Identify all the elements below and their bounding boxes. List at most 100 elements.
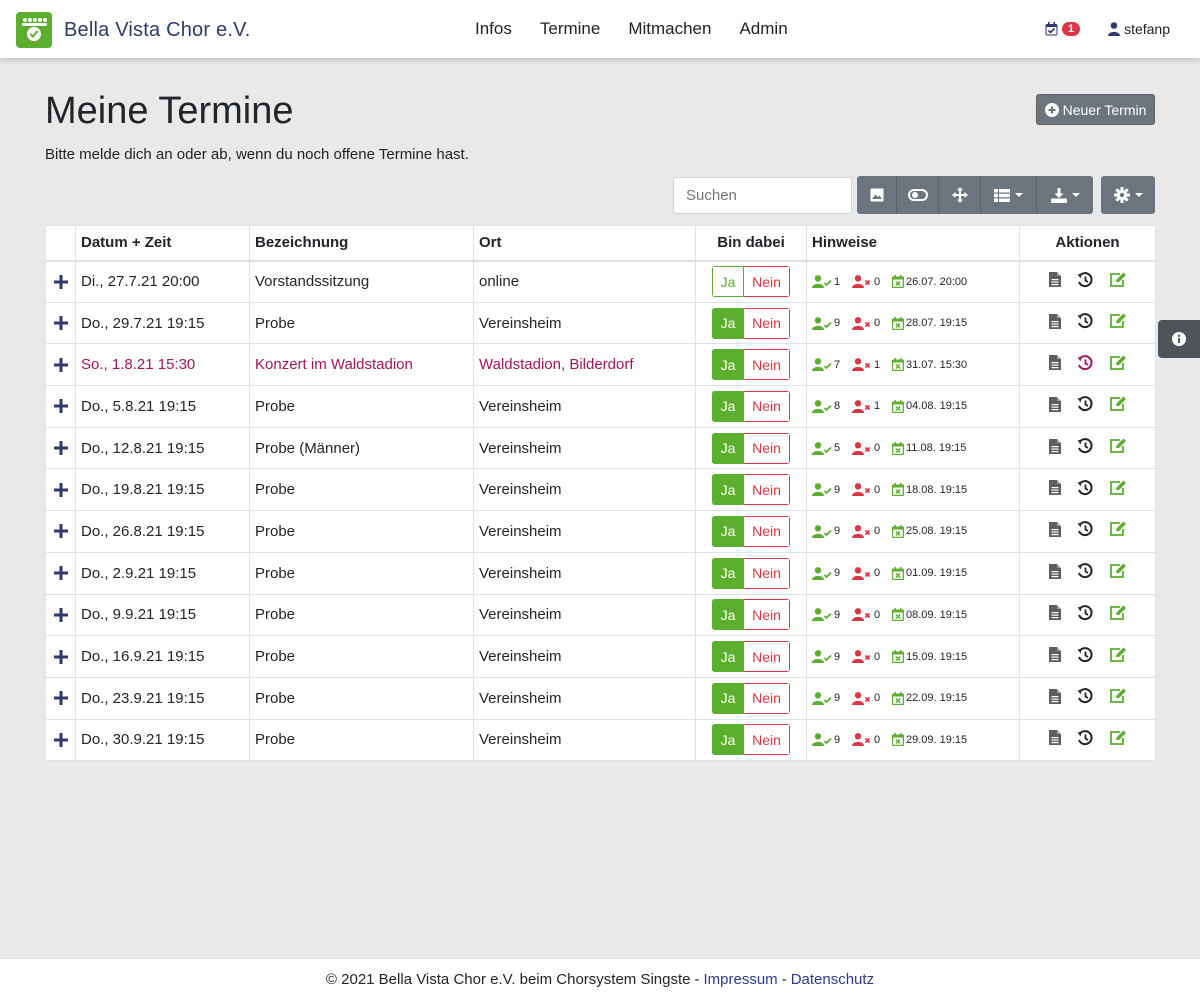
attend-yes-button[interactable]: Ja	[712, 641, 744, 673]
attend-yes-button[interactable]: Ja	[712, 557, 744, 589]
expand-row-button[interactable]	[51, 691, 70, 706]
attend-yes-button[interactable]: Ja	[712, 724, 744, 756]
edit-button[interactable]	[1109, 688, 1127, 708]
nav-item-mitmachen[interactable]: Mitmachen	[628, 19, 711, 39]
attend-yes-button[interactable]: Ja	[712, 266, 744, 298]
expand-row-button[interactable]	[51, 399, 70, 414]
expand-row-button[interactable]	[51, 357, 70, 372]
attend-no-button[interactable]: Nein	[744, 682, 790, 714]
details-button[interactable]	[1048, 688, 1061, 708]
toggle-pagination-button[interactable]	[857, 176, 897, 214]
nav-item-termine[interactable]: Termine	[540, 19, 600, 39]
edit-button[interactable]	[1109, 438, 1127, 458]
history-button[interactable]	[1077, 271, 1093, 292]
history-button[interactable]	[1077, 396, 1093, 416]
attend-no-button[interactable]: Nein	[744, 474, 790, 506]
history-button[interactable]	[1077, 354, 1093, 375]
expand-row-button[interactable]	[51, 732, 70, 747]
details-button[interactable]	[1048, 272, 1061, 291]
expand-row-button[interactable]	[51, 524, 70, 539]
edit-button[interactable]	[1109, 730, 1127, 750]
attend-no-button[interactable]: Nein	[744, 432, 790, 464]
expand-row-button[interactable]	[51, 482, 70, 497]
details-button[interactable]	[1048, 730, 1061, 749]
attend-yes-button[interactable]: Ja	[712, 599, 744, 631]
brand[interactable]: Bella Vista Chor e.V.	[16, 12, 251, 48]
expand-row-button[interactable]	[51, 316, 70, 331]
details-button[interactable]	[1048, 396, 1061, 416]
header-location[interactable]: Ort	[473, 225, 696, 262]
edit-button[interactable]	[1109, 563, 1127, 583]
header-hints[interactable]: Hinweise	[806, 225, 1020, 262]
attend-no-button[interactable]: Nein	[744, 599, 790, 631]
user-menu[interactable]: stefanp	[1108, 21, 1170, 37]
history-button[interactable]	[1077, 646, 1093, 667]
attend-no-button[interactable]: Nein	[744, 307, 790, 339]
header-attending[interactable]: Bin dabei	[695, 225, 807, 262]
plus-icon	[53, 399, 68, 414]
edit-button[interactable]	[1109, 480, 1127, 500]
attend-yes-button[interactable]: Ja	[712, 432, 744, 464]
attend-yes-button[interactable]: Ja	[712, 307, 744, 339]
expand-row-button[interactable]	[51, 649, 70, 664]
edit-button[interactable]	[1109, 521, 1127, 541]
header-name[interactable]: Bezeichnung	[249, 225, 474, 262]
history-button[interactable]	[1077, 438, 1093, 458]
history-button[interactable]	[1077, 688, 1093, 708]
attend-yes-button[interactable]: Ja	[712, 515, 744, 547]
edit-button[interactable]	[1109, 313, 1127, 333]
expand-row-button[interactable]	[51, 274, 70, 289]
edit-button[interactable]	[1109, 647, 1127, 667]
expand-row-button[interactable]	[51, 441, 70, 456]
attend-no-button[interactable]: Nein	[744, 641, 790, 673]
info-button[interactable]	[1158, 320, 1200, 358]
edit-button[interactable]	[1109, 605, 1127, 625]
history-button[interactable]	[1077, 604, 1093, 625]
fullscreen-button[interactable]	[939, 176, 981, 214]
attend-no-button[interactable]: Nein	[744, 557, 790, 589]
history-button[interactable]	[1077, 313, 1093, 333]
user-times-icon	[852, 275, 871, 289]
details-button[interactable]	[1048, 355, 1061, 374]
attend-yes-button[interactable]: Ja	[712, 474, 744, 506]
history-button[interactable]	[1077, 563, 1093, 583]
yes-count-value: 1	[834, 275, 841, 288]
details-button[interactable]	[1048, 438, 1061, 458]
columns-dropdown-button[interactable]	[981, 176, 1037, 214]
attend-no-button[interactable]: Nein	[744, 515, 790, 547]
export-dropdown-button[interactable]	[1037, 176, 1093, 214]
attend-no-button[interactable]: Nein	[744, 349, 790, 381]
details-button[interactable]	[1048, 480, 1061, 499]
attend-no-button[interactable]: Nein	[744, 724, 790, 756]
history-button[interactable]	[1077, 730, 1093, 750]
details-button[interactable]	[1048, 313, 1061, 333]
nav-item-infos[interactable]: Infos	[475, 19, 512, 39]
edit-button[interactable]	[1109, 396, 1127, 416]
new-appointment-button[interactable]: Neuer Termin	[1036, 94, 1155, 125]
search-input[interactable]	[673, 177, 852, 214]
user-times-icon	[852, 483, 871, 497]
history-button[interactable]	[1077, 521, 1093, 541]
history-button[interactable]	[1077, 479, 1093, 500]
details-button[interactable]	[1048, 605, 1061, 624]
datenschutz-link[interactable]: Datenschutz	[791, 971, 874, 988]
attend-yes-button[interactable]: Ja	[712, 349, 744, 381]
toggle-view-button[interactable]	[897, 176, 939, 214]
expand-row-button[interactable]	[51, 607, 70, 622]
attend-no-button[interactable]: Nein	[744, 266, 790, 298]
header-datetime[interactable]: Datum + Zeit	[75, 225, 250, 262]
attend-yes-button[interactable]: Ja	[712, 682, 744, 714]
attend-no-button[interactable]: Nein	[744, 390, 790, 422]
attend-yes-button[interactable]: Ja	[712, 390, 744, 422]
open-dates-indicator[interactable]: 1	[1045, 22, 1081, 36]
expand-row-button[interactable]	[51, 566, 70, 581]
edit-button[interactable]	[1109, 272, 1127, 292]
impressum-link[interactable]: Impressum	[704, 971, 778, 988]
nav-item-admin[interactable]: Admin	[739, 19, 787, 39]
deadline: 04.08. 19:15	[892, 399, 967, 413]
details-button[interactable]	[1048, 563, 1061, 583]
details-button[interactable]	[1048, 647, 1061, 666]
settings-dropdown-button[interactable]	[1101, 176, 1155, 214]
edit-button[interactable]	[1109, 355, 1127, 375]
details-button[interactable]	[1048, 521, 1061, 541]
